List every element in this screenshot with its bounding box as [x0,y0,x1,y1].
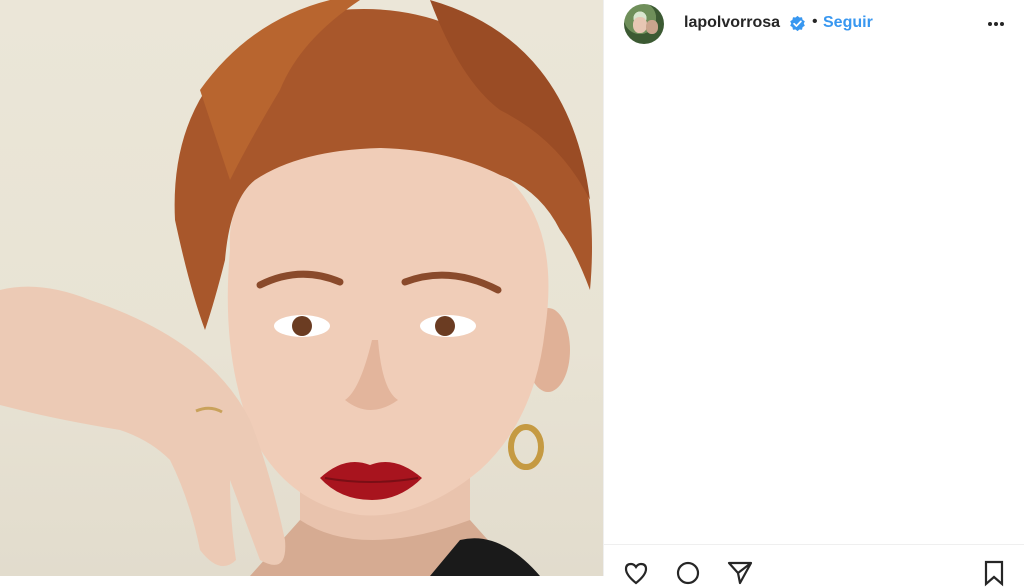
post-actions-bar [604,544,1024,587]
share-icon[interactable] [726,559,754,587]
portrait-illustration [0,0,592,576]
post-side-panel: lapolvorrosa • Seguir [603,0,1024,587]
verified-badge-icon [790,15,805,32]
instagram-post: lapolvorrosa • Seguir [0,0,1024,587]
follow-button[interactable]: Seguir [823,14,873,32]
header-separator: • [812,13,818,30]
username-link[interactable]: lapolvorrosa [684,14,780,32]
heart-icon[interactable] [622,559,650,587]
avatar[interactable] [624,4,664,44]
post-photo[interactable] [0,0,603,576]
more-options-icon[interactable] [984,12,1008,36]
bookmark-icon[interactable] [980,559,1008,587]
comment-icon[interactable] [674,559,702,587]
post-header: lapolvorrosa • Seguir [604,0,1024,50]
